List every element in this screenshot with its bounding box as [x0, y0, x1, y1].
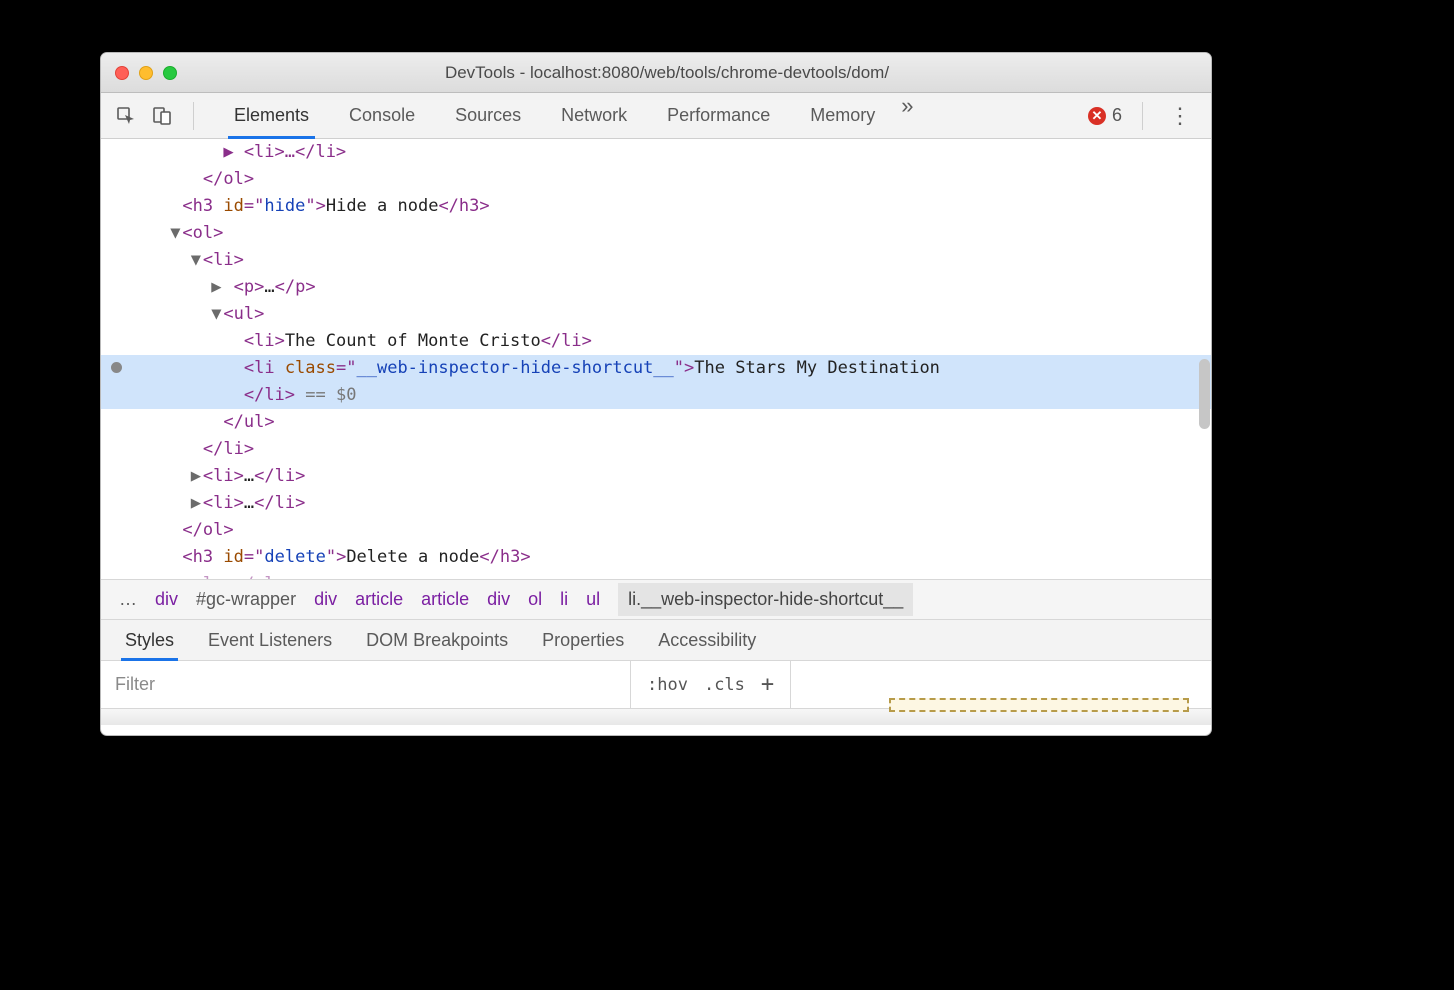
subtab-accessibility[interactable]: Accessibility	[658, 620, 756, 660]
dom-row[interactable]: </li>	[101, 436, 1211, 463]
subtab-styles[interactable]: Styles	[125, 620, 174, 660]
collapse-icon[interactable]: ▼	[168, 220, 182, 247]
traffic-lights	[115, 66, 177, 80]
breadcrumb-item[interactable]: div	[487, 589, 510, 610]
breadcrumb-item[interactable]: article	[421, 589, 469, 610]
breadcrumb-item[interactable]: div	[155, 589, 178, 610]
dom-row[interactable]: <h3 id="delete">Delete a node</h3>	[101, 544, 1211, 571]
main-toolbar: Elements Console Sources Network Perform…	[101, 93, 1211, 139]
dom-row: ▶ <li>…</li>	[101, 139, 1211, 166]
tabs-overflow-icon[interactable]: »	[901, 93, 913, 138]
styles-filter	[101, 661, 631, 708]
error-count-value: 6	[1112, 105, 1122, 126]
dom-row-selected[interactable]: <li class="__web-inspector-hide-shortcut…	[101, 355, 1211, 382]
expand-icon[interactable]: ▶	[168, 571, 182, 579]
dom-row[interactable]: ▼<ul>	[101, 301, 1211, 328]
breadcrumb-item-current[interactable]: li.__web-inspector-hide-shortcut__	[618, 583, 913, 616]
cls-toggle[interactable]: .cls	[704, 675, 745, 695]
breadcrumb-item[interactable]: ol	[528, 589, 542, 610]
new-rule-icon[interactable]: +	[761, 672, 774, 697]
dom-row[interactable]: ▶<li>…</li>	[101, 490, 1211, 517]
separator	[1142, 102, 1143, 130]
device-toolbar-icon[interactable]	[151, 105, 173, 127]
titlebar: DevTools - localhost:8080/web/tools/chro…	[101, 53, 1211, 93]
dom-row[interactable]: ▶<li>…</li>	[101, 463, 1211, 490]
breadcrumb-item[interactable]: article	[355, 589, 403, 610]
dom-row[interactable]: </ul>	[101, 409, 1211, 436]
error-icon: ✕	[1088, 107, 1106, 125]
styles-tabs: Styles Event Listeners DOM Breakpoints P…	[101, 619, 1211, 661]
breadcrumb-item[interactable]: div	[314, 589, 337, 610]
dom-row[interactable]: <li>The Count of Monte Cristo</li>	[101, 328, 1211, 355]
dom-row-selected[interactable]: </li> == $0	[101, 382, 1211, 409]
tab-memory[interactable]: Memory	[790, 93, 895, 138]
styles-pane: :hov .cls +	[101, 661, 1211, 709]
close-icon[interactable]	[115, 66, 129, 80]
breadcrumb-item[interactable]: #gc-wrapper	[196, 589, 296, 610]
zoom-icon[interactable]	[163, 66, 177, 80]
dom-row[interactable]: </ol>	[101, 517, 1211, 544]
inspect-element-icon[interactable]	[115, 105, 137, 127]
hidden-marker-icon	[111, 362, 122, 373]
panel-tabs: Elements Console Sources Network Perform…	[214, 93, 913, 138]
dom-row[interactable]: <h3 id="hide">Hide a node</h3>	[101, 193, 1211, 220]
tab-console[interactable]: Console	[329, 93, 435, 138]
subtab-event-listeners[interactable]: Event Listeners	[208, 620, 332, 660]
menu-icon[interactable]: ⋮	[1163, 103, 1197, 129]
expand-icon[interactable]: ▶	[189, 463, 203, 490]
dom-row[interactable]: ▼<li>	[101, 247, 1211, 274]
dom-row[interactable]: </ol>	[101, 166, 1211, 193]
tab-network[interactable]: Network	[541, 93, 647, 138]
breadcrumb: … div #gc-wrapper div article article di…	[101, 579, 1211, 619]
tab-elements[interactable]: Elements	[214, 93, 329, 138]
subtab-properties[interactable]: Properties	[542, 620, 624, 660]
elements-dom-tree[interactable]: ▶ <li>…</li> </ol> <h3 id="hide">Hide a …	[101, 139, 1211, 579]
error-count[interactable]: ✕ 6	[1088, 105, 1122, 126]
box-model-preview	[791, 661, 1211, 708]
scrollbar[interactable]	[1199, 359, 1210, 429]
window-title: DevTools - localhost:8080/web/tools/chro…	[187, 63, 1147, 83]
expand-icon[interactable]: ▶	[209, 274, 223, 301]
subtab-dom-breakpoints[interactable]: DOM Breakpoints	[366, 620, 508, 660]
minimize-icon[interactable]	[139, 66, 153, 80]
dom-row[interactable]: ▶ <p>…</p>	[101, 274, 1211, 301]
separator	[193, 102, 194, 130]
breadcrumb-overflow[interactable]: …	[119, 589, 137, 610]
tab-sources[interactable]: Sources	[435, 93, 541, 138]
dom-row[interactable]: ▶<ol>…</ol>	[101, 571, 1211, 579]
collapse-icon[interactable]: ▼	[209, 301, 223, 328]
margin-box-icon	[889, 698, 1189, 712]
breadcrumb-item[interactable]: li	[560, 589, 568, 610]
dom-row[interactable]: ▼<ol>	[101, 220, 1211, 247]
hov-toggle[interactable]: :hov	[647, 675, 688, 695]
collapse-icon[interactable]: ▼	[189, 247, 203, 274]
filter-input[interactable]	[115, 674, 616, 695]
breadcrumb-item[interactable]: ul	[586, 589, 600, 610]
devtools-window: DevTools - localhost:8080/web/tools/chro…	[100, 52, 1212, 736]
expand-icon[interactable]: ▶	[189, 490, 203, 517]
styles-toggles: :hov .cls +	[631, 661, 791, 708]
tab-performance[interactable]: Performance	[647, 93, 790, 138]
